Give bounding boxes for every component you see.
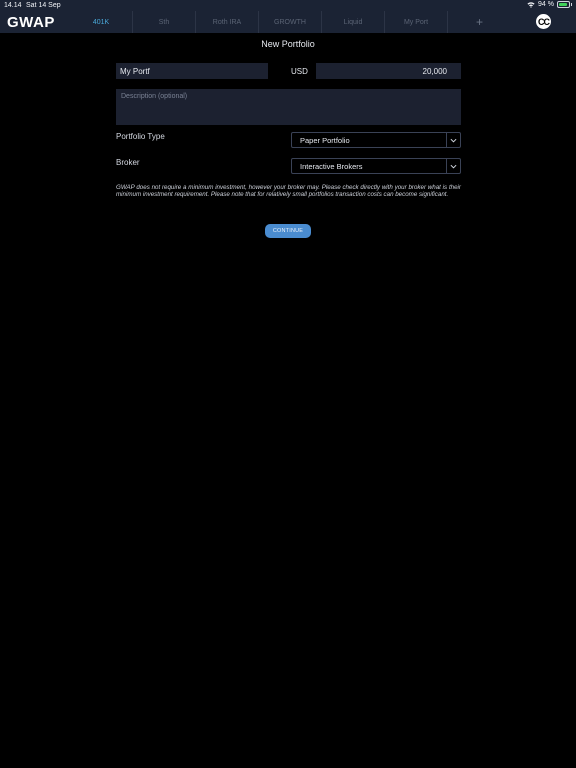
status-right: 94 % [527,1,572,8]
status-bar: 14.14 Sat 14 Sep 94 % [0,0,576,11]
tab-401k[interactable]: 401K [70,11,133,33]
battery-icon [557,1,570,8]
portfolio-type-select[interactable]: Paper Portfolio [291,132,461,148]
portfolio-type-value: Paper Portfolio [300,136,350,145]
amount-input[interactable] [316,63,461,79]
chevron-down-icon[interactable] [446,159,460,173]
tab-roth-ira[interactable]: Roth IRA [196,11,259,33]
avatar[interactable]: CC [536,14,551,29]
broker-label: Broker [116,158,140,167]
portfolio-tabs: 401K Sth Roth IRA GROWTH Liquid My Port … [70,11,511,33]
battery-percent: 94 % [538,1,554,8]
description-field[interactable] [116,89,461,125]
tab-sth[interactable]: Sth [133,11,196,33]
portfolio-name-input[interactable] [116,63,268,79]
broker-disclaimer: GWAP does not require a minimum investme… [116,184,461,199]
top-nav: GWAP 401K Sth Roth IRA GROWTH Liquid My … [0,11,576,33]
currency-label: USD [291,67,308,76]
status-date: Sat 14 Sep [26,2,61,9]
chevron-down-icon[interactable] [446,133,460,147]
continue-button[interactable]: CONTINUE [265,224,311,238]
gwap-logo[interactable]: GWAP [7,14,63,30]
broker-select[interactable]: Interactive Brokers [291,158,461,174]
broker-value: Interactive Brokers [300,162,363,171]
tab-growth[interactable]: GROWTH [259,11,322,33]
tab-liquid[interactable]: Liquid [322,11,385,33]
tab-my-port[interactable]: My Port [385,11,448,33]
page-title: New Portfolio [261,39,315,49]
portfolio-type-label: Portfolio Type [116,132,165,141]
svg-text:GWAP: GWAP [7,14,55,30]
wifi-icon [527,2,535,8]
add-portfolio-button[interactable]: + [448,11,511,33]
status-time: 14.14 [4,2,22,9]
